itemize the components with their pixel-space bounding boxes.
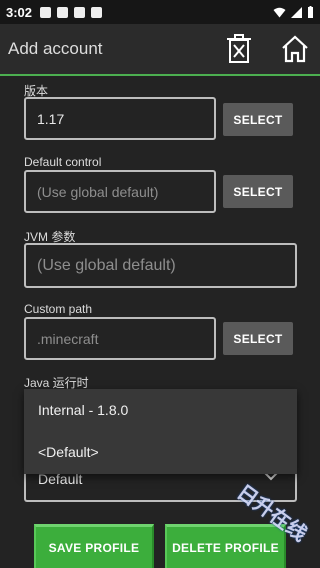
default-control-label: Default control <box>24 155 102 169</box>
status-bar: 3:02 <box>0 0 320 24</box>
custom-path-field[interactable]: .minecraft <box>24 317 216 360</box>
battery-icon <box>308 6 313 18</box>
home-button[interactable] <box>278 32 312 66</box>
notification-icon <box>91 6 103 18</box>
dropdown-option[interactable]: <Default> <box>24 431 297 473</box>
jvm-args-placeholder: (Use global default) <box>37 256 176 274</box>
version-select-button[interactable]: SELECT <box>223 103 293 136</box>
wifi-icon <box>273 7 286 17</box>
default-control-field[interactable]: (Use global default) <box>24 170 216 213</box>
save-profile-button[interactable]: SAVE PROFILE <box>34 524 154 568</box>
default-control-placeholder: (Use global default) <box>37 183 159 200</box>
version-field[interactable]: 1.17 <box>24 97 216 140</box>
notification-icon <box>40 6 52 18</box>
app-bar: Add account <box>0 24 320 76</box>
delete-icon <box>227 34 251 63</box>
version-value: 1.17 <box>37 110 65 127</box>
status-time: 3:02 <box>6 4 33 20</box>
notification-icons <box>40 6 103 18</box>
custom-path-placeholder: .minecraft <box>37 330 99 347</box>
jvm-args-field[interactable]: (Use global default) <box>24 243 297 288</box>
notification-icon <box>74 6 86 18</box>
system-icons <box>273 6 314 18</box>
page-title: Add account <box>8 39 103 58</box>
notification-icon <box>57 6 69 18</box>
java-runtime-dropdown: Internal - 1.8.0 <Default> <box>24 389 297 474</box>
home-icon <box>282 35 308 63</box>
default-control-select-button[interactable]: SELECT <box>223 175 293 208</box>
signal-icon <box>291 6 302 18</box>
custom-path-select-button[interactable]: SELECT <box>223 322 293 355</box>
delete-button[interactable] <box>222 32 256 66</box>
custom-path-label: Custom path <box>24 302 93 316</box>
dropdown-option[interactable]: Internal - 1.8.0 <box>24 389 297 431</box>
